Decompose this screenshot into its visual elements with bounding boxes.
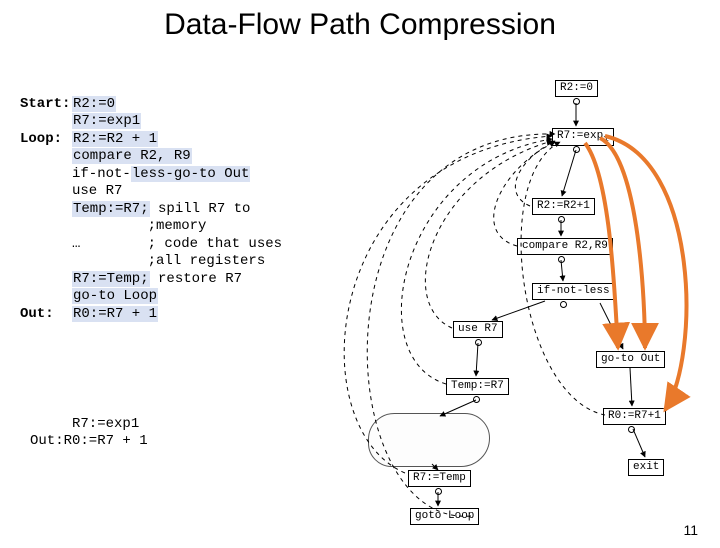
code-line: go-to Loop bbox=[72, 288, 158, 304]
node-temp-r7: Temp:=R7 bbox=[446, 378, 509, 395]
node-r7-exp: R7:=exp1 bbox=[552, 128, 614, 146]
code-line: less-go-to Out bbox=[131, 166, 251, 182]
code-line: Temp:=R7; bbox=[72, 201, 150, 217]
code-listing: Start:R2:=0 R7:=exp1 Loop:R2:=R2 + 1 com… bbox=[20, 78, 282, 323]
cloud-region bbox=[368, 413, 490, 467]
node-compare: compare R2,R9 bbox=[517, 238, 613, 255]
node-goto-out: go-to Out bbox=[596, 351, 665, 368]
code-line: … ; code that uses bbox=[72, 236, 282, 252]
slide-number: 11 bbox=[683, 522, 698, 538]
code-line: if-not- bbox=[72, 166, 131, 182]
code-line: restore R7 bbox=[150, 271, 242, 287]
code-line: ;memory bbox=[72, 218, 206, 234]
code-line: R2:=R2 + 1 bbox=[72, 131, 158, 147]
label-start: Start: bbox=[20, 96, 72, 114]
label-out: Out: bbox=[20, 306, 72, 324]
code-line: compare R2, R9 bbox=[72, 148, 192, 164]
node-exit: exit bbox=[628, 459, 664, 476]
node-r2-init: R2:=0 bbox=[555, 80, 598, 97]
node-r7-temp: R7:=Temp bbox=[408, 470, 471, 487]
page-title: Data-Flow Path Compression bbox=[0, 8, 720, 42]
node-goto-loop: goto Loop bbox=[410, 508, 479, 525]
summary-line: Out:R0:=R7 + 1 bbox=[30, 433, 148, 449]
node-ifnotless: if-not-less bbox=[532, 283, 615, 300]
code-line: spill R7 to bbox=[150, 201, 251, 217]
node-use-r7: use R7 bbox=[453, 321, 503, 338]
code-line: R0:=R7 + 1 bbox=[72, 306, 158, 322]
code-line: ;all registers bbox=[72, 253, 265, 269]
code-line: R7:=Temp; bbox=[72, 271, 150, 287]
code-line: R2:=0 bbox=[72, 96, 116, 112]
summary-code: R7:=exp1 Out:R0:=R7 + 1 bbox=[30, 398, 148, 451]
summary-line: R7:=exp1 bbox=[30, 416, 139, 432]
label-loop: Loop: bbox=[20, 131, 72, 149]
code-line: R7:=exp1 bbox=[72, 113, 141, 129]
code-line: use R7 bbox=[72, 183, 122, 199]
node-r0-r7: R0:=R7+1 bbox=[603, 408, 666, 425]
node-r2-inc: R2:=R2+1 bbox=[532, 198, 595, 215]
